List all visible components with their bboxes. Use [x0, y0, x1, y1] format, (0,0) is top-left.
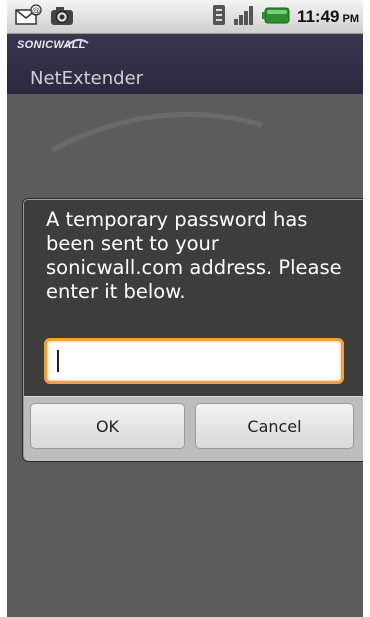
text-cursor	[57, 350, 59, 372]
ok-button[interactable]: OK	[30, 403, 185, 449]
dialog-message: A temporary password has been sent to yo…	[46, 208, 342, 303]
logo-swoosh-icon	[65, 36, 89, 55]
background-logo-icon	[47, 100, 267, 164]
clock-time: 11:49	[296, 7, 340, 26]
status-bar: @ 11:49 PM	[7, 0, 363, 34]
battery-icon	[261, 4, 290, 30]
email-notification-icon: @	[15, 4, 43, 30]
camera-notification-icon	[49, 4, 75, 30]
dialog-button-bar: OK Cancel	[24, 396, 363, 461]
svg-text:@: @	[32, 6, 40, 15]
phone-screen: @ 11:49 PM SONICWALL NetExtender A tempo…	[7, 0, 363, 617]
clock-ampm: PM	[342, 13, 360, 25]
cancel-button[interactable]: Cancel	[195, 403, 354, 449]
temporary-password-input[interactable]	[44, 338, 344, 384]
notification-area[interactable]: @	[15, 4, 75, 30]
password-dialog: A temporary password has been sent to yo…	[23, 199, 363, 461]
app-title-bar: SONICWALL NetExtender	[7, 34, 363, 94]
signal-icon	[233, 4, 255, 30]
clock: 11:49 PM	[297, 7, 359, 27]
sim-icon	[212, 4, 226, 30]
app-title: NetExtender	[30, 68, 144, 89]
